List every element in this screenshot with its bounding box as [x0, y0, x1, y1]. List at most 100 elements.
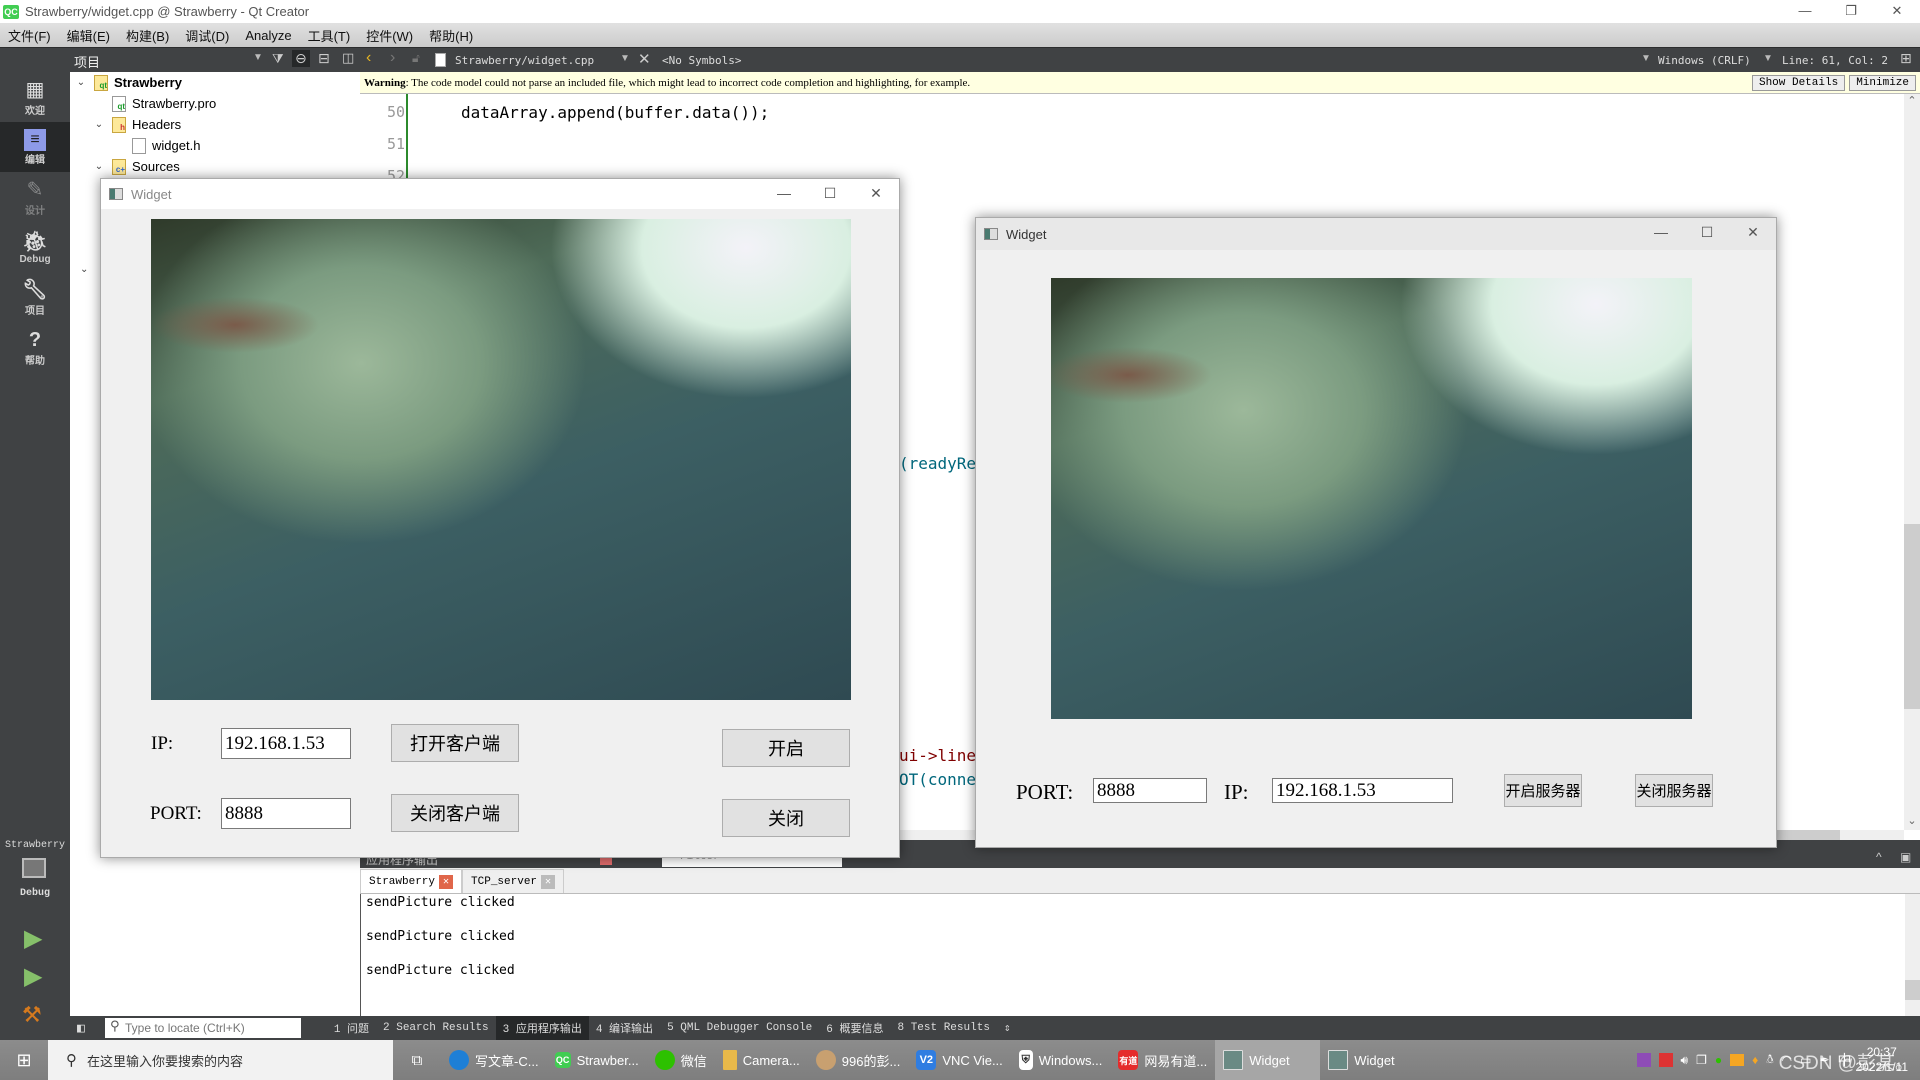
chevron-down-icon[interactable]: ▼	[1641, 53, 1651, 64]
tray-app-icon[interactable]: ♦	[1752, 1053, 1758, 1067]
qq-icon[interactable]: 🐧︎	[1766, 1052, 1773, 1068]
mode-welcome[interactable]: ▦ 欢迎	[0, 72, 70, 122]
pane-app-output[interactable]: 3 应用程序输出	[495, 1016, 589, 1040]
menu-debug[interactable]: 调试(D)	[177, 26, 237, 45]
chevron-down-icon[interactable]: ⌄	[74, 77, 88, 88]
scrollbar-thumb[interactable]	[1905, 980, 1920, 1000]
menu-tools[interactable]: 工具(T)	[300, 26, 359, 45]
restore-button[interactable]: ❐	[1828, 0, 1874, 23]
taskbar-app[interactable]: Camera...	[715, 1040, 808, 1080]
show-details-button[interactable]: Show Details	[1751, 74, 1846, 91]
line-ending-selector[interactable]: Windows (CRLF)	[1658, 54, 1751, 67]
application-output[interactable]: sendPicture clicked sendPicture clicked …	[360, 894, 1905, 1016]
minimize-button[interactable]: —	[761, 179, 807, 209]
debug-run-icon[interactable]: ▶	[24, 962, 42, 991]
menu-file[interactable]: 文件(F)	[0, 26, 59, 45]
minimize-button[interactable]: —	[1638, 218, 1684, 248]
taskbar-app[interactable]: 有道 网易有道...	[1110, 1040, 1215, 1080]
server-widget-titlebar[interactable]: Widget — ☐ ✕	[976, 218, 1776, 250]
close-button[interactable]: ✕	[1874, 0, 1920, 23]
projects-selector[interactable]: 项目	[74, 52, 100, 71]
ip-input[interactable]: 192.168.1.53	[1272, 778, 1453, 803]
scroll-down-icon[interactable]: ⌄	[1904, 814, 1920, 827]
toggle-sidebar-icon[interactable]: ◧	[70, 1016, 92, 1040]
pane-qml-console[interactable]: 5 QML Debugger Console	[660, 1016, 819, 1040]
maximize-pane-icon[interactable]: ^	[1876, 850, 1882, 864]
maximize-button[interactable]: ☐	[807, 179, 853, 209]
scrollbar-thumb[interactable]	[1904, 524, 1920, 709]
split-editor-icon[interactable]: ⊞	[1900, 50, 1912, 67]
close-sidebar-icon[interactable]: ◫	[342, 50, 354, 66]
start-button[interactable]: 开启	[722, 729, 850, 767]
split-icon[interactable]: ⊟	[318, 50, 330, 67]
mode-edit[interactable]: ≡ 编辑	[0, 122, 70, 172]
windows-start-icon[interactable]: ⊞	[0, 1040, 48, 1080]
start-server-button[interactable]: 开启服务器	[1504, 774, 1582, 807]
taskbar-app-active[interactable]: Widget	[1215, 1040, 1321, 1080]
output-scrollbar[interactable]	[1905, 894, 1920, 1016]
chevron-down-icon[interactable]: ▼	[253, 52, 263, 63]
taskbar-search[interactable]: ⚲ 在这里输入你要搜索的内容	[48, 1040, 393, 1080]
mode-help[interactable]: ? 帮助	[0, 322, 70, 372]
monitor-icon[interactable]	[22, 858, 46, 878]
menu-help[interactable]: 帮助(H)	[421, 26, 481, 45]
pane-general-messages[interactable]: 6 概要信息	[819, 1016, 890, 1040]
tree-item-pro[interactable]: qt Strawberry.pro	[70, 93, 360, 114]
close-button[interactable]: ✕	[1730, 218, 1776, 248]
taskbar-app[interactable]: 写文章-C...	[441, 1040, 547, 1080]
close-tab-icon[interactable]: ✕	[439, 874, 454, 889]
taskbar-app[interactable]: Widget	[1320, 1040, 1425, 1080]
scroll-up-icon[interactable]: ⌃	[1904, 94, 1920, 107]
pane-test-results[interactable]: 8 Test Results	[891, 1016, 997, 1040]
mode-projects[interactable]: 🔧︎ 项目	[0, 272, 70, 322]
editor-vertical-scrollbar[interactable]: ⌃ ⌄	[1904, 94, 1920, 830]
chevron-down-icon[interactable]: ⌄	[92, 119, 106, 130]
stop-server-button[interactable]: 关闭服务器	[1635, 774, 1713, 807]
mode-debug[interactable]: 🐞︎ Debug	[0, 222, 70, 272]
chevron-down-icon[interactable]: ▼	[620, 53, 630, 64]
stop-button[interactable]: 关闭	[722, 799, 850, 837]
pane-search-results[interactable]: 2 Search Results	[376, 1016, 496, 1040]
symbols-dropdown[interactable]: <No Symbols>	[662, 54, 741, 67]
close-client-button[interactable]: 关闭客户端	[391, 794, 519, 832]
close-pane-icon[interactable]: ▣	[1900, 850, 1911, 864]
chevron-down-icon[interactable]: ⌄	[80, 264, 88, 275]
minimize-button[interactable]: —	[1782, 0, 1828, 23]
chevron-down-icon[interactable]: ⌄	[92, 161, 106, 172]
open-file-tab[interactable]: Strawberry/widget.cpp	[455, 54, 594, 67]
chevron-down-icon[interactable]: ▼	[1763, 53, 1773, 64]
taskbar-app[interactable]: V2 VNC Vie...	[908, 1040, 1010, 1080]
maximize-button[interactable]: ☐	[1684, 218, 1730, 248]
run-icon[interactable]: ▶	[24, 924, 42, 953]
taskbar-app[interactable]: ⛨ Windows...	[1011, 1040, 1111, 1080]
output-tab-tcp-server[interactable]: TCP_server ✕	[462, 869, 565, 893]
wechat-tray-icon[interactable]: ●	[1715, 1053, 1722, 1067]
filter-icon[interactable]: ⧩	[272, 51, 284, 67]
taskbar-app[interactable]: 微信	[647, 1040, 715, 1080]
ip-input[interactable]: 192.168.1.53	[221, 728, 351, 759]
volume-icon[interactable]: 🔊︎	[1681, 1053, 1689, 1068]
minimize-warning-button[interactable]: Minimize	[1849, 74, 1916, 91]
taskbar-app[interactable]: 996的彭...	[808, 1040, 909, 1080]
client-widget-titlebar[interactable]: Widget — ☐ ✕	[101, 179, 899, 209]
tray-app-icon[interactable]	[1636, 1053, 1651, 1067]
forward-icon[interactable]: ›	[390, 49, 395, 67]
build-hammer-icon[interactable]: ⚒	[22, 1002, 42, 1028]
copy-icon[interactable]: ❐	[1696, 1053, 1707, 1067]
menu-controls[interactable]: 控件(W)	[358, 26, 421, 45]
tree-item-project[interactable]: ⌄ qt Strawberry	[70, 72, 360, 93]
output-tab-strawberry[interactable]: Strawberry ✕	[360, 869, 463, 893]
pane-issues[interactable]: 1 问题	[327, 1016, 376, 1040]
tree-item-headers[interactable]: ⌄ h Headers	[70, 114, 360, 135]
pane-compile-output[interactable]: 4 编译输出	[589, 1016, 660, 1040]
close-button[interactable]: ✕	[853, 179, 899, 209]
port-input[interactable]: 8888	[1093, 778, 1207, 803]
open-client-button[interactable]: 打开客户端	[391, 724, 519, 762]
close-tab-icon[interactable]: ✕	[541, 874, 556, 889]
taskbar-app[interactable]: QC Strawber...	[547, 1040, 647, 1080]
mode-design[interactable]: ✎ 设计	[0, 172, 70, 222]
close-document-icon[interactable]: ✕	[638, 50, 651, 68]
cursor-position[interactable]: Line: 61, Col: 2	[1782, 54, 1888, 67]
tray-app-icon[interactable]	[1658, 1053, 1673, 1067]
task-view-icon[interactable]: ⧉	[393, 1040, 441, 1080]
